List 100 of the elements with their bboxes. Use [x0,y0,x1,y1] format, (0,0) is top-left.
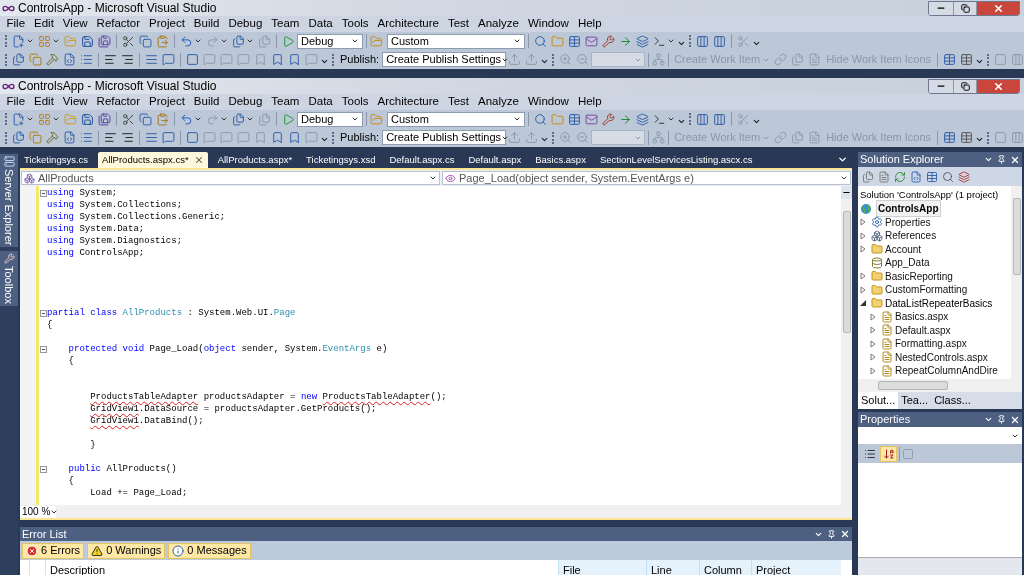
project-node[interactable]: ControlsApp [876,200,941,217]
code-file-icon[interactable] [63,53,76,66]
menu-item[interactable]: Edit [29,15,59,33]
pin-icon[interactable] [827,529,836,539]
configuration-dropdown[interactable]: Debug [297,111,363,127]
menu-item[interactable]: Edit [29,93,59,111]
document-icon[interactable] [878,170,890,183]
menu-item[interactable]: Tools [337,15,374,33]
code-file-icon[interactable] [63,131,76,144]
search-icon[interactable] [534,112,547,126]
overflow-icon[interactable] [320,57,329,66]
tree-item[interactable]: App_Data [885,255,930,271]
tree-item[interactable]: Account [885,241,922,257]
collapse-icon[interactable] [39,465,47,473]
caret-icon[interactable] [667,37,675,45]
comment-icon[interactable] [162,53,175,66]
files-icon[interactable] [12,131,25,144]
save-icon[interactable] [81,34,94,48]
sort-alphabetical-button[interactable] [880,445,897,462]
column-header[interactable]: File [558,560,646,575]
copy-icon[interactable] [29,131,42,144]
menu-item[interactable]: Test [443,15,474,33]
play-icon[interactable] [282,34,295,48]
publish-settings-dropdown[interactable]: Create Publish Settings [382,130,507,145]
menu-item[interactable]: Window [523,93,574,111]
comment-icon[interactable] [162,131,175,144]
minimize-button[interactable] [929,1,954,15]
member-dropdown[interactable]: Page_Load(object sender, System.EventArgs e) [442,171,851,185]
list-icon[interactable] [80,53,93,66]
close-icon[interactable] [1010,414,1020,425]
caret-icon[interactable] [246,115,254,123]
table-icon[interactable] [960,53,974,66]
tree-item[interactable]: DataListRepeaterBasics [885,295,993,311]
menu-item[interactable]: View [58,15,93,33]
filter-button[interactable]: 0 Warnings [87,542,166,559]
table-icon[interactable] [926,170,938,183]
scissors-icon[interactable] [122,34,135,48]
save-icon[interactable] [81,112,94,126]
caret-icon[interactable] [667,115,675,123]
indent-icon[interactable] [104,53,117,66]
panel-tab[interactable]: Class... [931,392,974,409]
scrollbar[interactable] [841,199,852,505]
table-icon[interactable] [943,53,957,66]
menu-item[interactable]: Test [443,93,474,111]
new-file-icon[interactable] [12,34,25,48]
platform-dropdown[interactable]: Custom [387,33,525,49]
menu-item[interactable]: Build [189,93,224,111]
columns-icon[interactable] [696,34,709,48]
overflow-icon[interactable] [540,135,550,144]
hammer-icon[interactable] [46,131,59,144]
indent-icon[interactable] [104,131,117,144]
zoom-dropdown[interactable]: 100 % [20,505,56,518]
caret-icon[interactable] [351,115,359,123]
caret-icon[interactable] [429,174,437,182]
column-header[interactable]: Line [646,560,699,575]
arrow-right-icon[interactable] [619,112,632,126]
caret-icon[interactable] [246,37,254,45]
menu-item[interactable]: Analyze [473,15,524,33]
paste-icon[interactable] [156,34,169,48]
caret-icon[interactable] [52,115,60,123]
menu-item[interactable]: Help [573,93,607,111]
close-icon[interactable] [1010,154,1020,165]
solution-node[interactable]: Solution 'ControlsApp' (1 project) [858,188,999,202]
files-icon[interactable] [12,53,25,66]
caret-icon[interactable] [840,174,848,182]
caret-icon[interactable] [351,37,359,45]
layers-icon[interactable] [958,170,970,183]
overflow-icon[interactable] [975,57,985,66]
pin-icon[interactable] [997,415,1006,424]
bookmark-icon[interactable] [271,53,284,66]
document-tab[interactable]: Default.aspx [464,152,526,168]
scissors-icon[interactable] [122,112,135,126]
tree-item[interactable]: CustomFormatting [885,282,968,298]
tree-item[interactable]: RepeatColumnAndDire [895,363,998,379]
menu-item[interactable]: Architecture [373,15,444,33]
caret-icon[interactable] [513,37,521,45]
menu-item[interactable]: Debug [223,15,267,33]
play-icon[interactable] [282,112,295,126]
side-tab[interactable]: Server Explorer [0,154,19,248]
columns-icon[interactable] [713,34,726,48]
tree-item[interactable]: Formatting.aspx [895,336,967,352]
save-all-icon[interactable] [98,34,111,48]
menu-item[interactable]: View [58,93,93,111]
refresh-icon[interactable] [894,170,906,183]
menu-item[interactable]: File [2,15,30,33]
menu-item[interactable]: File [2,93,30,111]
side-tab[interactable]: Toolbox [0,251,19,307]
document-tab[interactable]: AllProducts.aspx.cs* [98,152,208,168]
new-file-icon[interactable] [12,112,25,126]
tab-list-icon[interactable] [837,154,848,165]
restore-button[interactable] [954,1,977,15]
document-tab[interactable]: Default.aspx.cs [385,152,459,168]
comment-lines-icon[interactable] [145,131,158,144]
document-tab[interactable]: AllProducts.aspx* [213,152,297,168]
dropdown-icon[interactable] [984,155,993,164]
menu-item[interactable]: Tools [337,93,374,111]
square-icon[interactable] [186,53,199,66]
close-button[interactable] [977,1,1019,15]
outdent-icon[interactable] [121,53,134,66]
caret-icon[interactable] [220,115,228,123]
